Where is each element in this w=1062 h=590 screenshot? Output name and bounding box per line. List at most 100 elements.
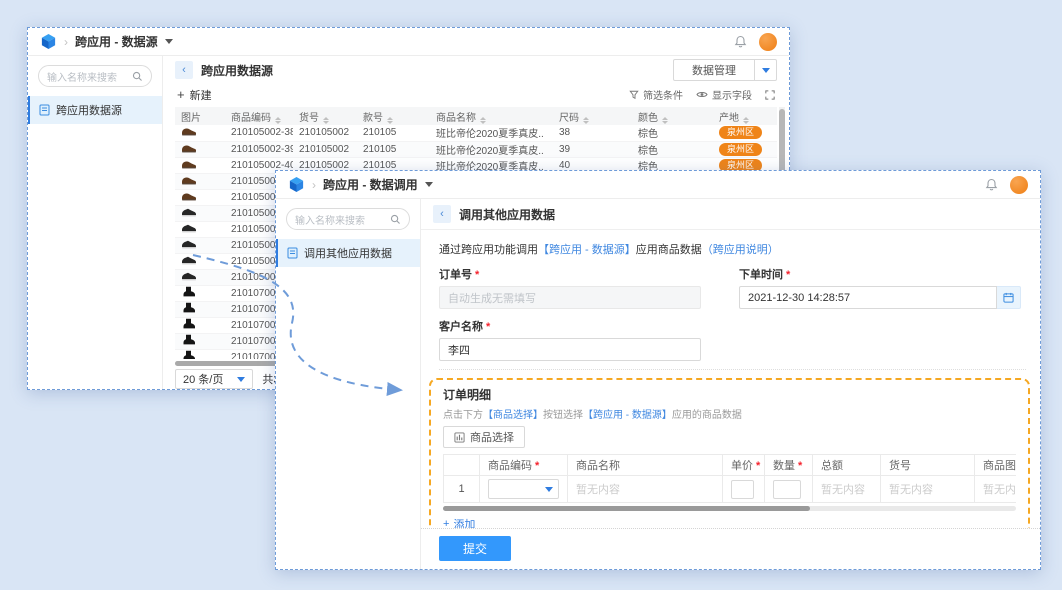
detail-column-header: 商品名称 bbox=[568, 455, 723, 476]
origin-badge: 泉州区 bbox=[719, 126, 762, 139]
app-logo-icon[interactable] bbox=[40, 33, 57, 50]
product-photo bbox=[181, 238, 197, 250]
product-photo bbox=[181, 158, 197, 170]
sort-icon[interactable] bbox=[662, 117, 668, 124]
avatar[interactable] bbox=[1010, 176, 1028, 194]
data-manage-split-button: 数据管理 bbox=[673, 59, 777, 81]
call-window-header: › 跨应用 - 数据调用 bbox=[276, 171, 1040, 199]
app-switch-caret-icon[interactable] bbox=[425, 182, 433, 187]
sort-icon[interactable] bbox=[387, 117, 393, 124]
avatar[interactable] bbox=[759, 33, 777, 51]
add-row-button[interactable]: + 添加 bbox=[443, 516, 475, 528]
new-record-button[interactable]: + 新建 bbox=[177, 87, 212, 103]
detail-input[interactable] bbox=[773, 480, 801, 499]
section-divider bbox=[439, 369, 1026, 370]
origin-badge: 泉州区 bbox=[719, 143, 762, 156]
source-window-header: › 跨应用 - 数据源 bbox=[28, 28, 789, 56]
page-size-select[interactable]: 20 条/页 bbox=[175, 369, 253, 389]
sort-icon[interactable] bbox=[480, 117, 486, 124]
bell-icon[interactable] bbox=[734, 35, 747, 49]
sort-icon[interactable] bbox=[743, 117, 749, 124]
empty-placeholder: 暂无内容 bbox=[576, 484, 620, 496]
text-link[interactable]: 【跨应用 - 数据源】 bbox=[538, 244, 636, 256]
app-switch-caret-icon[interactable] bbox=[165, 39, 173, 44]
plus-icon: + bbox=[443, 518, 449, 528]
search-input[interactable]: 输入名称来搜索 bbox=[38, 65, 152, 87]
data-manage-button[interactable]: 数据管理 bbox=[673, 59, 755, 81]
chart-select-icon bbox=[454, 432, 465, 443]
app-title: 跨应用 - 数据源 bbox=[75, 33, 158, 50]
show-fields-button[interactable]: 显示字段 bbox=[696, 87, 752, 102]
cell-color: 棕色 bbox=[632, 141, 713, 157]
table-row[interactable]: 210105002-38210105002210105班比帝伦2020夏季真皮.… bbox=[175, 125, 777, 141]
filter-button[interactable]: 筛选条件 bbox=[629, 87, 683, 102]
data-manage-caret[interactable] bbox=[755, 59, 777, 81]
intro-text: 通过跨应用功能调用【跨应用 - 数据源】应用商品数据（跨应用说明） bbox=[439, 241, 1026, 257]
desktop-background: › 跨应用 - 数据源 输入名称来搜索 bbox=[0, 0, 1062, 590]
sort-icon[interactable] bbox=[275, 117, 281, 124]
detail-column-header: 数量 bbox=[765, 455, 813, 476]
breadcrumb-separator: › bbox=[64, 35, 68, 49]
bell-icon[interactable] bbox=[985, 178, 998, 192]
calendar-icon[interactable] bbox=[997, 286, 1021, 309]
sort-icon[interactable] bbox=[323, 117, 329, 124]
product-code-select[interactable] bbox=[488, 479, 559, 499]
customer-label: 客户名称 bbox=[439, 318, 701, 334]
detail-table-wrap: 商品编码商品名称单价数量总额货号商品图片 1暂无内容暂无内容暂无内容暂无内容 bbox=[443, 454, 1016, 503]
product-select-button[interactable]: 商品选择 bbox=[443, 426, 525, 448]
app-title: 跨应用 - 数据调用 bbox=[323, 176, 418, 193]
table-row[interactable]: 210105002-39210105002210105班比帝伦2020夏季真皮.… bbox=[175, 141, 777, 157]
text-segment: 按钮选择 bbox=[543, 410, 583, 421]
product-photo bbox=[181, 302, 197, 314]
product-photo bbox=[181, 142, 197, 154]
column-header: 颜色 bbox=[632, 107, 713, 125]
text-link[interactable]: （跨应用说明） bbox=[702, 244, 779, 256]
product-photo bbox=[181, 125, 197, 137]
back-button[interactable]: ‹ bbox=[175, 61, 193, 79]
column-header: 商品名称 bbox=[430, 107, 553, 125]
sort-icon[interactable] bbox=[583, 117, 589, 124]
detail-horizontal-scrollbar[interactable] bbox=[443, 506, 1016, 511]
column-header: 图片 bbox=[175, 107, 225, 125]
empty-placeholder: 暂无内容 bbox=[889, 484, 933, 496]
eye-icon bbox=[696, 90, 708, 99]
page-icon bbox=[39, 104, 50, 116]
product-photo bbox=[181, 350, 197, 360]
detail-data-row: 1暂无内容暂无内容暂无内容暂无内容 bbox=[444, 476, 1017, 503]
text-segment: 通过跨应用功能调用 bbox=[439, 244, 538, 256]
page-title: 调用其他应用数据 bbox=[459, 206, 555, 223]
app-logo-icon[interactable] bbox=[288, 176, 305, 193]
chevron-down-icon bbox=[237, 377, 245, 382]
product-photo bbox=[181, 222, 197, 234]
chevron-down-icon bbox=[545, 487, 553, 492]
column-header: 款号 bbox=[357, 107, 430, 125]
cell-name: 班比帝伦2020夏季真皮.. bbox=[430, 141, 553, 157]
search-placeholder: 输入名称来搜索 bbox=[295, 212, 365, 227]
call-sidebar: 输入名称来搜索 调用其他应用数据 bbox=[276, 199, 421, 569]
column-header: 商品编码 bbox=[225, 107, 293, 125]
empty-placeholder: 暂无内容 bbox=[983, 484, 1016, 496]
cell-style_no: 210105 bbox=[357, 141, 430, 157]
cell-code: 210105002-39 bbox=[225, 141, 293, 157]
back-button[interactable]: ‹ bbox=[433, 205, 451, 223]
text-segment: 应用商品数据 bbox=[636, 244, 702, 256]
sidebar-item-call-data[interactable]: 调用其他应用数据 bbox=[276, 239, 420, 267]
detail-input[interactable] bbox=[731, 480, 754, 499]
product-photo bbox=[181, 174, 197, 186]
customer-field[interactable]: 李四 bbox=[439, 338, 701, 361]
product-photo bbox=[181, 334, 197, 346]
text-segment: 点击下方 bbox=[443, 410, 483, 421]
submit-button[interactable]: 提交 bbox=[439, 536, 511, 561]
text-link[interactable]: 【跨应用 - 数据源】 bbox=[583, 410, 672, 421]
order-no-field[interactable]: 自动生成无需填写 bbox=[439, 286, 701, 309]
order-time-field[interactable]: 2021-12-30 14:28:57 bbox=[739, 286, 997, 309]
product-photo bbox=[181, 270, 197, 282]
order-detail-title: 订单明细 bbox=[443, 386, 1016, 403]
fullscreen-icon[interactable] bbox=[765, 90, 775, 100]
cell-item_no: 210105002 bbox=[293, 141, 357, 157]
search-input[interactable]: 输入名称来搜索 bbox=[286, 208, 410, 230]
product-photo bbox=[181, 286, 197, 298]
sidebar-item-datasource[interactable]: 跨应用数据源 bbox=[28, 96, 162, 124]
cell-size: 39 bbox=[553, 141, 632, 157]
text-link[interactable]: 【商品选择】 bbox=[483, 410, 543, 421]
